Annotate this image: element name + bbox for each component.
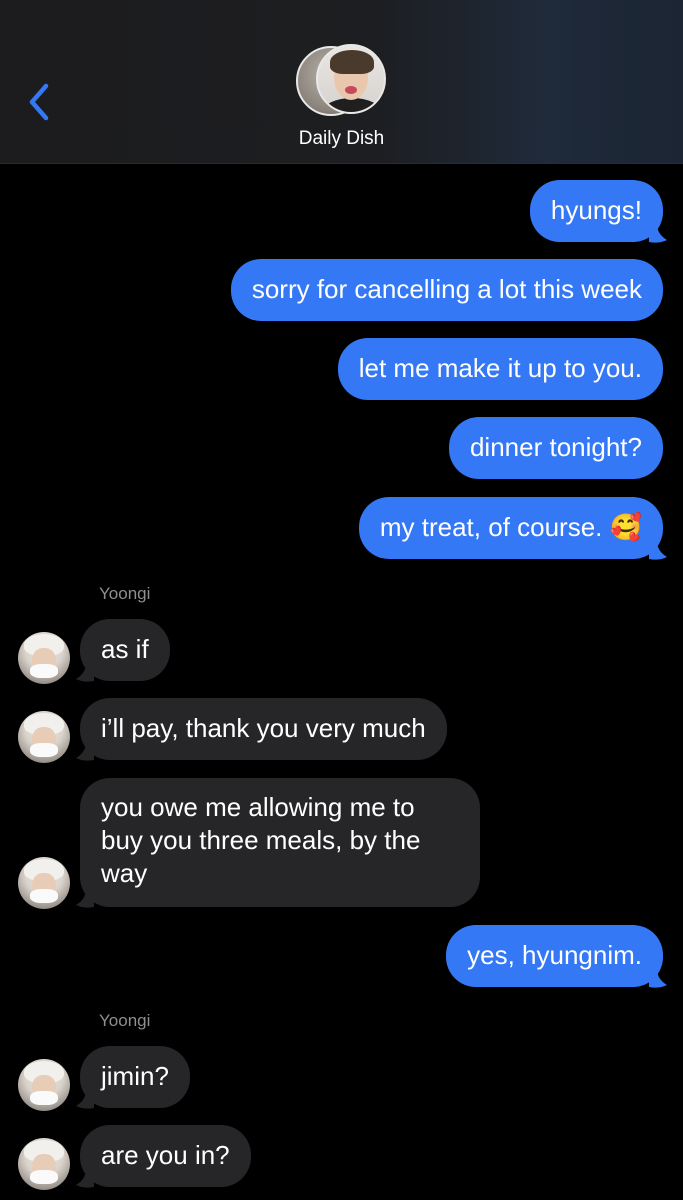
bubble-tail [76,889,94,908]
group-avatar[interactable] [296,44,388,118]
message-bubble-incoming[interactable]: are you in? [80,1125,251,1187]
message-text: are you in? [101,1140,230,1170]
message-bubble-outgoing[interactable]: let me make it up to you. [337,338,663,400]
chevron-left-icon [29,83,49,121]
message-text: dinner tonight? [469,432,642,462]
message-text: jimin? [101,1061,169,1091]
message-text: as if [101,634,149,664]
message-bubble-outgoing[interactable]: yes, hyungnim. [446,925,663,987]
bubble-tail [649,224,667,243]
message-bubble-outgoing[interactable]: hyungs! [529,180,663,242]
message-text: you owe me allowing me to buy you three … [101,792,421,888]
sender-avatar[interactable] [18,1059,70,1111]
sender-avatar[interactable] [18,632,70,684]
message-bubble-incoming[interactable]: i’ll pay, thank you very much [80,698,447,760]
message-text: my treat, of course. 🥰 [379,512,642,542]
message-text: hyungs! [550,195,642,225]
message-bubble-outgoing[interactable]: dinner tonight? [448,417,663,479]
chat-screen: Daily Dish hyungs! sorry for cancelling … [0,0,683,1200]
chat-header: Daily Dish [0,0,683,164]
bubble-tail [649,969,667,988]
sender-label: Yoongi [99,1011,151,1030]
bubble-tail [76,742,94,761]
bubble-tail [76,1169,94,1188]
message-bubble-outgoing[interactable]: my treat, of course. 🥰 [358,497,663,559]
message-text: sorry for cancelling a lot this week [251,274,642,304]
bubble-tail [76,1090,94,1109]
bubble-tail [76,663,94,682]
sender-avatar[interactable] [18,857,70,909]
bubble-tail [649,541,667,560]
message-text: i’ll pay, thank you very much [101,713,426,743]
group-name[interactable]: Daily Dish [0,128,683,150]
member-avatar [316,44,386,114]
sender-label: Yoongi [99,584,151,603]
message-text: yes, hyungnim. [467,940,642,970]
message-bubble-incoming[interactable]: you owe me allowing me to buy you three … [80,778,480,907]
sender-avatar[interactable] [18,1138,70,1190]
message-text: let me make it up to you. [358,353,642,383]
message-bubble-outgoing[interactable]: sorry for cancelling a lot this week [230,259,663,321]
message-bubble-incoming[interactable]: jimin? [80,1046,190,1108]
back-button[interactable] [22,78,62,126]
sender-avatar[interactable] [18,711,70,763]
